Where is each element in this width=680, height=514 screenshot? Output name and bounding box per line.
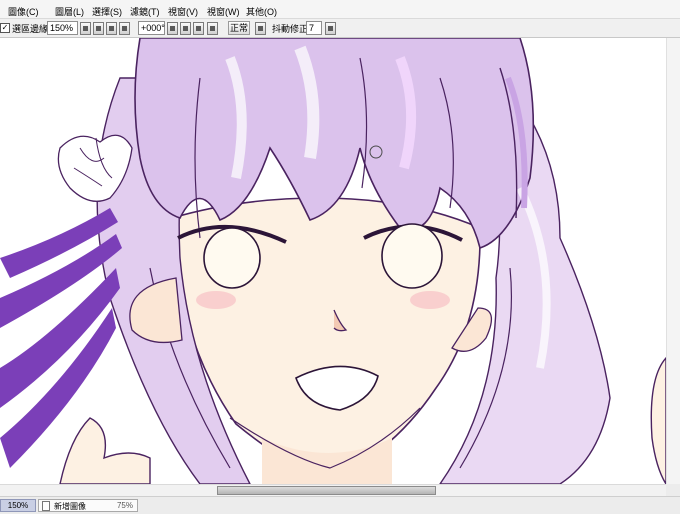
canvas-tab-label: 新增圖像 [54,502,86,511]
zoom-field[interactable]: 150% [47,21,78,35]
zoom-dropdown-icon[interactable] [80,22,91,35]
horizontal-scrollbar[interactable] [0,484,666,496]
stabilizer-label: 抖動修正 [272,24,309,34]
rotate-right-icon[interactable] [193,22,204,35]
menu-other[interactable]: 其他(O) [246,5,277,18]
menu-view[interactable]: 視窗(V) [168,5,198,18]
blend-mode-button[interactable]: 正常 [228,21,250,35]
status-zoom: 150% [0,499,36,512]
tool-options-bar: ✓ 選區邊緣 150% +000° 正常 抖動修正 7 [0,19,680,38]
drawing-canvas[interactable] [0,38,666,484]
rotate-reset-icon[interactable] [207,22,218,35]
rotate-left-icon[interactable] [180,22,191,35]
antialias-label: 選區邊緣 [12,24,49,34]
menu-window[interactable]: 視窗(W) [207,5,240,18]
zoom-reset-icon[interactable] [119,22,130,35]
canvas-tab[interactable]: 新增圖像 75% [38,499,138,512]
menu-select[interactable]: 選擇(S) [92,5,122,18]
status-bar: 150% 新增圖像 75% [0,496,680,514]
rotation-field[interactable]: +000° [138,21,165,35]
canvas-tab-zoom: 75% [116,501,133,510]
anime-girl-illustration [0,38,666,484]
document-icon [42,501,50,511]
menu-filter[interactable]: 濾鏡(T) [130,5,160,18]
zoom-out-icon[interactable] [93,22,104,35]
rotation-dropdown-icon[interactable] [167,22,178,35]
flip-canvas-icon[interactable] [255,22,266,35]
menu-image[interactable]: 圖像(C) [8,5,39,18]
horizontal-scroll-thumb[interactable] [217,486,436,495]
menu-layer[interactable]: 圖層(L) [55,5,84,18]
vertical-scrollbar[interactable] [666,38,680,484]
antialias-checkbox[interactable]: ✓ [0,23,10,33]
stabilizer-dropdown-icon[interactable] [325,22,336,35]
zoom-in-icon[interactable] [106,22,117,35]
scrollbar-corner [666,484,680,496]
menu-bar: . 圖像(C) 圖層(L) 選擇(S) 濾鏡(T) 視窗(V) 視窗(W) 其他… [0,0,680,19]
stabilizer-field[interactable]: 7 [306,21,322,35]
